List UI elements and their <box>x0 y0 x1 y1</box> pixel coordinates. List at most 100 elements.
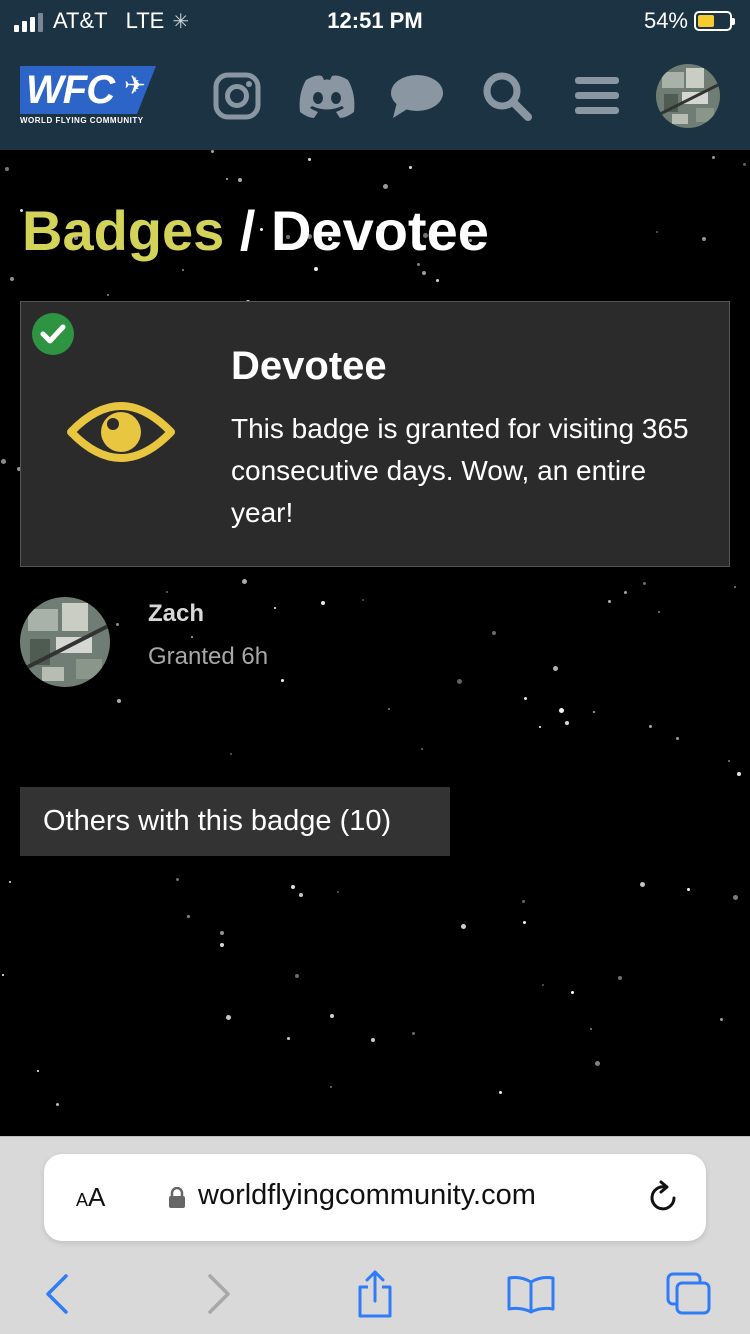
forward-icon[interactable] <box>194 1269 244 1319</box>
star-dot <box>559 708 564 713</box>
badge-name: Devotee <box>231 344 387 388</box>
grant-time: Granted 6h <box>148 643 269 670</box>
star-dot <box>388 708 390 710</box>
star-dot <box>211 150 214 153</box>
star-dot <box>524 697 527 700</box>
breadcrumb: Badges / Devotee <box>22 198 489 263</box>
tabs-icon[interactable] <box>664 1269 714 1319</box>
star-dot <box>176 878 179 881</box>
star-dot <box>720 1018 723 1021</box>
browser-bottom-bar: AA worldflyingcommunity.com <box>0 1136 750 1334</box>
star-dot <box>676 737 679 740</box>
breadcrumb-link-badges[interactable]: Badges <box>22 199 224 262</box>
discord-icon[interactable] <box>296 65 358 127</box>
airplane-icon: ✈ <box>124 70 146 100</box>
star-dot <box>656 231 658 233</box>
star-dot <box>291 885 295 889</box>
address-bar[interactable]: AA worldflyingcommunity.com <box>44 1154 706 1241</box>
star-dot <box>522 900 525 903</box>
star-dot <box>417 263 420 266</box>
others-with-badge-button[interactable]: Others with this badge (10) <box>20 787 450 856</box>
instagram-icon[interactable] <box>206 65 268 127</box>
star-dot <box>308 158 311 161</box>
star-dot <box>330 1014 334 1018</box>
reload-icon[interactable] <box>648 1180 680 1219</box>
star-dot <box>10 277 14 281</box>
star-dot <box>2 974 4 976</box>
star-dot <box>618 976 622 980</box>
star-dot <box>422 271 426 275</box>
star-dot <box>737 772 741 776</box>
star-dot <box>687 888 690 891</box>
star-dot <box>743 163 746 166</box>
star-dot <box>640 882 645 887</box>
star-dot <box>56 1103 59 1106</box>
star-dot <box>595 1061 600 1066</box>
star-dot <box>9 881 11 883</box>
star-dot <box>624 591 627 594</box>
battery-icon <box>694 11 735 31</box>
star-dot <box>117 699 121 703</box>
grant-username[interactable]: Zach <box>148 600 204 628</box>
star-dot <box>5 167 9 171</box>
user-avatar[interactable] <box>656 64 720 128</box>
breadcrumb-separator: / <box>224 199 271 262</box>
star-dot <box>571 991 574 994</box>
star-dot <box>649 725 652 728</box>
badge-card: Devotee This badge is granted for visiti… <box>20 301 730 567</box>
star-dot <box>593 711 595 713</box>
star-dot <box>230 753 232 755</box>
star-dot <box>658 611 660 613</box>
chat-icon[interactable] <box>386 65 448 127</box>
status-bar: AT&T LTE ✳ 12:51 PM 54% <box>0 0 750 40</box>
star-dot <box>107 294 109 296</box>
eye-icon <box>67 394 175 475</box>
star-dot <box>412 1032 415 1035</box>
status-right: 54% <box>644 8 735 34</box>
star-dot <box>702 237 706 241</box>
browser-toolbar <box>0 1263 750 1323</box>
star-dot <box>226 1015 231 1020</box>
star-dot <box>733 895 738 900</box>
menu-icon[interactable] <box>566 65 628 127</box>
back-icon[interactable] <box>32 1269 82 1319</box>
share-icon[interactable] <box>350 1269 400 1319</box>
star-dot <box>314 267 318 271</box>
star-dot <box>371 1038 375 1042</box>
star-dot <box>1 459 6 464</box>
star-dot <box>337 891 339 893</box>
text-size-small-a: A <box>76 1190 89 1210</box>
site-logo[interactable]: WFC ✈ WORLD FLYING COMMUNITY <box>20 66 156 128</box>
site-header: WFC ✈ WORLD FLYING COMMUNITY <box>0 40 750 150</box>
url-text[interactable]: worldflyingcommunity.com <box>198 1179 536 1212</box>
logo-subtitle: WORLD FLYING COMMUNITY <box>20 116 144 125</box>
star-dot <box>220 931 224 935</box>
avatar[interactable] <box>20 597 110 687</box>
star-dot <box>287 1037 290 1040</box>
star-dot <box>187 915 190 918</box>
star-dot <box>238 178 242 182</box>
star-dot <box>226 178 228 180</box>
star-dot <box>539 726 541 728</box>
star-dot <box>728 760 730 762</box>
clock: 12:51 PM <box>327 8 423 33</box>
star-dot <box>37 1070 39 1072</box>
check-circle-icon <box>32 313 74 355</box>
badge-description: This badge is granted for visiting 365 c… <box>231 413 689 528</box>
text-size-button[interactable]: AA <box>76 1182 105 1213</box>
star-dot <box>295 974 299 978</box>
bookmarks-icon[interactable] <box>506 1269 556 1319</box>
star-dot <box>643 582 646 585</box>
star-dot <box>383 184 388 189</box>
star-dot <box>565 721 569 725</box>
logo-text: WFC <box>26 68 115 112</box>
badge-grant-entry: Zach Granted 6h <box>20 597 520 689</box>
lock-icon <box>168 1186 186 1214</box>
star-dot <box>242 579 247 584</box>
star-dot <box>712 156 715 159</box>
search-icon[interactable] <box>476 65 538 127</box>
star-dot <box>436 279 439 282</box>
star-dot <box>409 166 412 169</box>
star-dot <box>542 984 544 986</box>
star-dot <box>553 666 558 671</box>
